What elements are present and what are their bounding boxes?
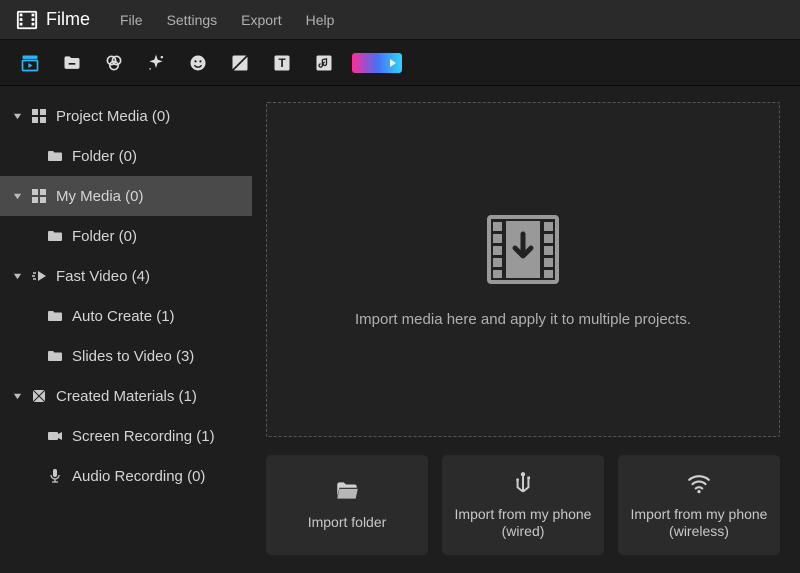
import-card-label: Import folder xyxy=(308,514,387,532)
folder-icon xyxy=(46,348,64,364)
menu-export[interactable]: Export xyxy=(241,12,281,28)
usb-icon xyxy=(510,470,536,496)
menu-settings[interactable]: Settings xyxy=(167,12,218,28)
import-dropzone[interactable]: Import media here and apply it to multip… xyxy=(266,102,780,437)
folder-icon xyxy=(46,148,64,164)
dropzone-text: Import media here and apply it to multip… xyxy=(355,311,691,328)
svg-text:T: T xyxy=(278,57,285,70)
tool-transitions[interactable] xyxy=(226,49,254,77)
tool-audio[interactable] xyxy=(310,49,338,77)
import-phone-wireless-button[interactable]: Import from my phone (wireless) xyxy=(618,455,780,555)
folder-minus-icon xyxy=(62,53,82,73)
fast-icon xyxy=(30,268,48,284)
sidebar-item-label: Folder (0) xyxy=(72,148,137,165)
menu-file[interactable]: File xyxy=(120,12,143,28)
content: Import media here and apply it to multip… xyxy=(252,86,800,573)
grid-icon xyxy=(30,108,48,124)
sidebar-item-my-media[interactable]: My Media (0) xyxy=(0,176,252,216)
import-phone-wired-button[interactable]: Import from my phone (wired) xyxy=(442,455,604,555)
import-options: Import folder Import from my phone (wire… xyxy=(266,455,780,555)
tool-filters[interactable] xyxy=(100,49,128,77)
sidebar-item-label: Fast Video (4) xyxy=(56,268,150,285)
filme-logo-icon xyxy=(16,9,38,31)
import-card-label: Import from my phone (wireless) xyxy=(626,506,772,541)
caret-down-icon xyxy=(12,392,22,401)
sidebar-item-label: My Media (0) xyxy=(56,188,144,205)
materials-icon xyxy=(30,388,48,404)
sidebar-item-project-media[interactable]: Project Media (0) xyxy=(0,96,252,136)
microphone-icon xyxy=(46,468,64,484)
menubar: File Settings Export Help xyxy=(120,12,334,28)
tool-effects[interactable] xyxy=(142,49,170,77)
tool-folder[interactable] xyxy=(58,49,86,77)
sidebar-item-label: Project Media (0) xyxy=(56,108,170,125)
sidebar-item-my-folder[interactable]: Folder (0) xyxy=(0,216,252,256)
sidebar-item-label: Screen Recording (1) xyxy=(72,428,215,445)
folder-icon xyxy=(46,228,64,244)
folder-icon xyxy=(46,308,64,324)
sidebar-item-label: Audio Recording (0) xyxy=(72,468,205,485)
caret-down-icon xyxy=(12,112,22,121)
tool-stickers[interactable] xyxy=(184,49,212,77)
sidebar-item-auto-create[interactable]: Auto Create (1) xyxy=(0,296,252,336)
music-icon xyxy=(314,53,334,73)
media-icon xyxy=(20,53,40,73)
transition-icon xyxy=(230,53,250,73)
import-folder-button[interactable]: Import folder xyxy=(266,455,428,555)
caret-down-icon xyxy=(12,272,22,281)
tool-templates[interactable] xyxy=(352,53,402,73)
caret-down-icon xyxy=(12,192,22,201)
titlebar: Filme File Settings Export Help xyxy=(0,0,800,40)
sidebar-item-label: Created Materials (1) xyxy=(56,388,197,405)
text-icon: T xyxy=(272,53,292,73)
sidebar-item-slides-to-video[interactable]: Slides to Video (3) xyxy=(0,336,252,376)
sidebar-item-label: Folder (0) xyxy=(72,228,137,245)
main: Project Media (0) Folder (0) My Media (0… xyxy=(0,86,800,573)
sidebar-item-project-folder[interactable]: Folder (0) xyxy=(0,136,252,176)
tool-text[interactable]: T xyxy=(268,49,296,77)
sidebar: Project Media (0) Folder (0) My Media (0… xyxy=(0,86,252,573)
open-folder-icon xyxy=(334,478,360,504)
menu-help[interactable]: Help xyxy=(306,12,335,28)
sidebar-item-audio-recording[interactable]: Audio Recording (0) xyxy=(0,456,252,496)
grid-icon xyxy=(30,188,48,204)
app-logo: Filme xyxy=(16,9,90,31)
sparkle-icon xyxy=(146,53,166,73)
sidebar-item-screen-recording[interactable]: Screen Recording (1) xyxy=(0,416,252,456)
emoji-icon xyxy=(188,53,208,73)
filmstrip-download-icon xyxy=(483,212,563,287)
camera-icon xyxy=(46,428,64,444)
import-card-label: Import from my phone (wired) xyxy=(450,506,596,541)
filters-icon xyxy=(104,53,124,73)
sidebar-item-label: Slides to Video (3) xyxy=(72,348,194,365)
sidebar-item-fast-video[interactable]: Fast Video (4) xyxy=(0,256,252,296)
tool-media[interactable] xyxy=(16,49,44,77)
sidebar-item-created-materials[interactable]: Created Materials (1) xyxy=(0,376,252,416)
app-name: Filme xyxy=(46,9,90,30)
sidebar-item-label: Auto Create (1) xyxy=(72,308,175,325)
wifi-icon xyxy=(686,470,712,496)
app-root: Filme File Settings Export Help T xyxy=(0,0,800,573)
toolbar: T xyxy=(0,40,800,86)
